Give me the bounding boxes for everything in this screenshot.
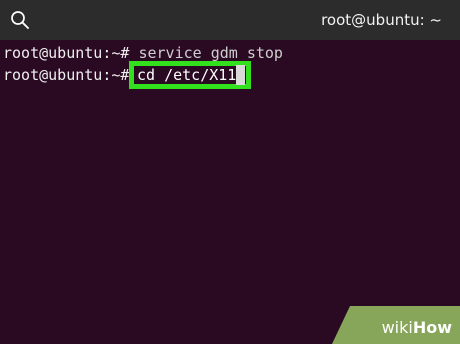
- command-text: service gdm stop: [129, 44, 283, 62]
- search-icon: [11, 11, 29, 29]
- prompt: root@ubuntu:~#: [3, 66, 130, 84]
- window-title: root@ubuntu: ~: [321, 11, 442, 29]
- title-bar: root@ubuntu: ~: [0, 0, 460, 40]
- watermark-text: wikiHow: [382, 318, 452, 337]
- search-button[interactable]: [8, 8, 32, 32]
- terminal-line-2: root@ubuntu:~#: [3, 65, 129, 85]
- current-command: cd /etc/X11: [137, 65, 246, 85]
- watermark-wiki: wiki: [381, 318, 413, 337]
- terminal-window: root@ubuntu: ~ root@ubuntu:~# service gd…: [0, 0, 460, 344]
- wikihow-watermark: wikiHow: [332, 306, 460, 344]
- watermark-how: How: [412, 318, 452, 337]
- terminal-line-1: root@ubuntu:~# service gdm stop: [3, 43, 283, 63]
- current-command-text: cd /etc/X11: [137, 66, 237, 84]
- text-cursor: [236, 65, 246, 85]
- prompt: root@ubuntu:~#: [3, 44, 130, 62]
